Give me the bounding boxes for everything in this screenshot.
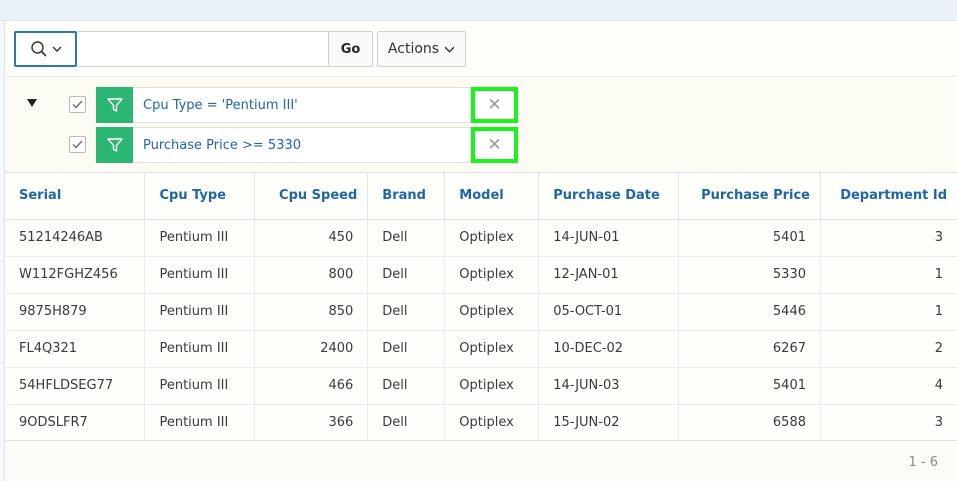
column-header-department-id[interactable]: Department Id bbox=[820, 173, 957, 220]
table-row: FL4Q321 Pentium III 2400 Dell Optiplex 1… bbox=[5, 330, 957, 368]
cell-serial: 51214246AB bbox=[5, 219, 146, 257]
cell-purchase-date: 14-JUN-01 bbox=[538, 219, 680, 257]
cell-model: Optiplex bbox=[444, 219, 540, 257]
cell-cpu-type: Pentium III bbox=[144, 293, 256, 331]
check-icon bbox=[72, 100, 83, 109]
column-header-model[interactable]: Model bbox=[444, 173, 540, 220]
cell-serial: W112FGHZ456 bbox=[5, 256, 146, 294]
close-icon: ✕ bbox=[487, 95, 502, 115]
cell-cpu-speed: 366 bbox=[254, 404, 369, 442]
cell-purchase-price: 5401 bbox=[678, 367, 821, 405]
filter-row: Purchase Price >= 5330 ✕ bbox=[5, 127, 525, 163]
cell-purchase-price: 5330 bbox=[678, 256, 821, 294]
cell-brand: Dell bbox=[367, 293, 446, 331]
pagination-label: 1 - 6 bbox=[908, 455, 939, 470]
cell-model: Optiplex bbox=[444, 330, 540, 368]
filter-type-button[interactable] bbox=[96, 127, 133, 163]
cell-purchase-price: 6267 bbox=[678, 330, 821, 368]
cell-department-id: 2 bbox=[820, 330, 957, 368]
search-group: Go bbox=[14, 31, 374, 67]
column-header-purchase-price[interactable]: Purchase Price bbox=[678, 173, 821, 220]
cell-brand: Dell bbox=[367, 330, 446, 368]
chevron-down-icon bbox=[52, 46, 61, 52]
actions-menu-button[interactable]: Actions bbox=[377, 31, 466, 67]
funnel-icon bbox=[106, 138, 123, 152]
top-strip bbox=[0, 0, 957, 21]
table-row: W112FGHZ456 Pentium III 800 Dell Optiple… bbox=[5, 256, 957, 294]
cell-cpu-type: Pentium III bbox=[144, 404, 256, 442]
cell-cpu-type: Pentium III bbox=[144, 256, 256, 294]
cell-cpu-speed: 450 bbox=[254, 219, 369, 257]
cell-brand: Dell bbox=[367, 256, 446, 294]
table-row: 54HFLDSEG77 Pentium III 466 Dell Optiple… bbox=[5, 367, 957, 405]
cell-department-id: 4 bbox=[820, 367, 957, 405]
go-button[interactable]: Go bbox=[328, 31, 373, 67]
magnifier-icon bbox=[30, 41, 47, 57]
cell-serial: 9ODSLFR7 bbox=[5, 404, 146, 442]
cell-model: Optiplex bbox=[444, 367, 540, 405]
filter-row: Cpu Type = 'Pentium III' ✕ bbox=[5, 87, 525, 123]
cell-purchase-date: 15-JUN-02 bbox=[538, 404, 680, 442]
column-header-purchase-date[interactable]: Purchase Date bbox=[538, 173, 680, 220]
cell-department-id: 1 bbox=[820, 256, 957, 294]
cell-cpu-speed: 850 bbox=[254, 293, 369, 331]
cell-brand: Dell bbox=[367, 219, 446, 257]
filter-enable-checkbox[interactable] bbox=[69, 96, 86, 113]
column-header-serial[interactable]: Serial bbox=[5, 173, 146, 220]
header-row: Serial Cpu Type Cpu Speed Brand Model Pu… bbox=[5, 173, 957, 220]
report-table-region: Serial Cpu Type Cpu Speed Brand Model Pu… bbox=[5, 172, 957, 442]
filter-enable-checkbox[interactable] bbox=[69, 136, 86, 153]
report-footer: 1 - 6 bbox=[5, 440, 957, 481]
remove-filter-button[interactable]: ✕ bbox=[471, 127, 518, 163]
cell-cpu-type: Pentium III bbox=[144, 367, 256, 405]
cell-purchase-date: 14-JUN-03 bbox=[538, 367, 680, 405]
column-header-brand[interactable]: Brand bbox=[367, 173, 446, 220]
filter-band: Cpu Type = 'Pentium III' ✕ Purchase Pric… bbox=[5, 76, 957, 172]
actions-label: Actions bbox=[387, 41, 440, 57]
filter-expression-link[interactable]: Cpu Type = 'Pentium III' bbox=[133, 87, 471, 123]
cell-serial: 54HFLDSEG77 bbox=[5, 367, 146, 405]
cell-brand: Dell bbox=[367, 367, 446, 405]
close-icon: ✕ bbox=[487, 135, 502, 155]
remove-filter-button[interactable]: ✕ bbox=[471, 87, 518, 123]
interactive-report-panel: Go Actions Cpu Type = 'Pentium III' ✕ Pu… bbox=[4, 21, 957, 481]
column-header-cpu-type[interactable]: Cpu Type bbox=[144, 173, 256, 220]
filter-type-button[interactable] bbox=[96, 87, 133, 123]
cell-purchase-date: 12-JAN-01 bbox=[538, 256, 680, 294]
funnel-icon bbox=[106, 98, 123, 112]
report-table: Serial Cpu Type Cpu Speed Brand Model Pu… bbox=[5, 173, 957, 442]
cell-cpu-speed: 800 bbox=[254, 256, 369, 294]
cell-purchase-price: 5401 bbox=[678, 219, 821, 257]
table-row: 9ODSLFR7 Pentium III 366 Dell Optiplex 1… bbox=[5, 404, 957, 442]
cell-department-id: 3 bbox=[820, 404, 957, 442]
cell-serial: 9875H879 bbox=[5, 293, 146, 331]
search-column-selector-button[interactable] bbox=[14, 31, 77, 67]
cell-department-id: 3 bbox=[820, 219, 957, 257]
chevron-down-icon bbox=[444, 46, 455, 53]
cell-purchase-price: 6588 bbox=[678, 404, 821, 442]
cell-model: Optiplex bbox=[444, 256, 540, 294]
cell-cpu-speed: 2400 bbox=[254, 330, 369, 368]
column-header-cpu-speed[interactable]: Cpu Speed bbox=[254, 173, 369, 220]
cell-brand: Dell bbox=[367, 404, 446, 442]
filter-expression-link[interactable]: Purchase Price >= 5330 bbox=[133, 127, 471, 163]
cell-cpu-speed: 466 bbox=[254, 367, 369, 405]
cell-purchase-date: 05-OCT-01 bbox=[538, 293, 680, 331]
cell-purchase-price: 5446 bbox=[678, 293, 821, 331]
cell-serial: FL4Q321 bbox=[5, 330, 146, 368]
table-row: 51214246AB Pentium III 450 Dell Optiplex… bbox=[5, 219, 957, 257]
search-input[interactable] bbox=[77, 31, 329, 67]
cell-model: Optiplex bbox=[444, 293, 540, 331]
check-icon bbox=[72, 140, 83, 149]
cell-department-id: 1 bbox=[820, 293, 957, 331]
table-row: 9875H879 Pentium III 850 Dell Optiplex 0… bbox=[5, 293, 957, 331]
cell-model: Optiplex bbox=[444, 404, 540, 442]
cell-cpu-type: Pentium III bbox=[144, 330, 256, 368]
cell-purchase-date: 10-DEC-02 bbox=[538, 330, 680, 368]
cell-cpu-type: Pentium III bbox=[144, 219, 256, 257]
